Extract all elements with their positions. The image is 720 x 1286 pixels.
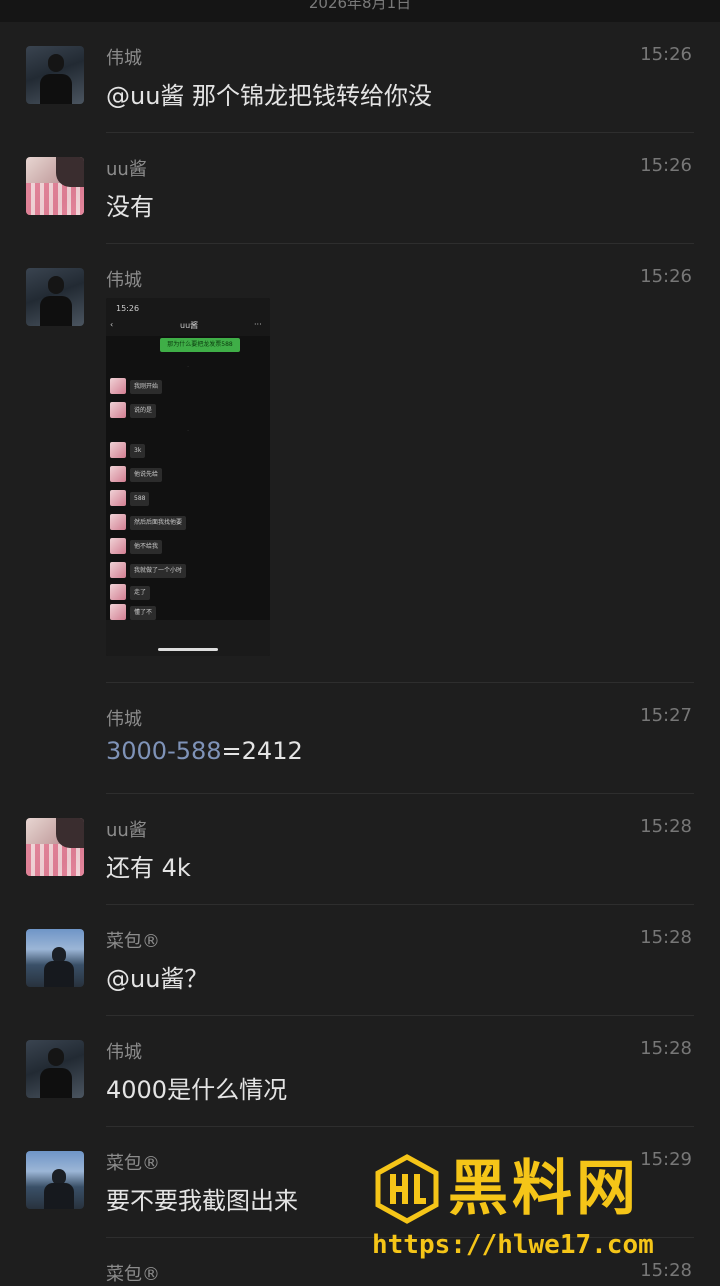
avatar[interactable]	[26, 46, 84, 104]
sender-name: 菜包®	[106, 1264, 160, 1285]
screenshot-image[interactable]: 15:26 ‹ uu酱 ··· 那为什么要把龙发票588 · 我刚开始 说的是 …	[106, 298, 270, 656]
screenshot-bubble: 他说先给	[130, 468, 163, 482]
screenshot-avatar	[110, 442, 126, 458]
message-text[interactable]: @uu酱？	[106, 959, 208, 994]
screenshot-bubble: 懂了不	[130, 606, 157, 620]
message-text-rest: =2412	[221, 737, 303, 765]
avatar[interactable]	[26, 157, 84, 215]
divider	[106, 132, 694, 133]
screenshot-avatar	[110, 562, 126, 578]
screenshot-bubble: 他不给我	[130, 540, 163, 554]
message-row[interactable]: 伟城 15:26 15:26 ‹ uu酱 ··· 那为什么要把龙发票588 · …	[0, 266, 720, 686]
screenshot-home-indicator	[158, 648, 218, 651]
message-time: 15:26	[640, 155, 692, 176]
divider	[106, 793, 694, 794]
screenshot-back-icon: ‹	[110, 320, 114, 329]
sender-name: uu酱	[106, 159, 147, 180]
watermark-url: https://hlwe17.com	[372, 1230, 654, 1260]
screenshot-bubble: 588	[130, 492, 150, 506]
watermark-title: 黑料网	[448, 1154, 640, 1224]
screenshot-timestamp: ·	[187, 428, 189, 434]
sender-name: 伟城	[106, 1042, 142, 1063]
divider	[106, 904, 694, 905]
sender-name: 伟城	[106, 270, 142, 291]
message-row[interactable]: 伟城 15:27 3000-588=2412	[0, 705, 720, 795]
sender-name: 菜包®	[106, 1153, 160, 1174]
message-text[interactable]: 4000是什么情况	[106, 1070, 287, 1105]
screenshot-avatar	[110, 584, 126, 600]
screenshot-avatar	[110, 604, 126, 620]
avatar[interactable]	[26, 1040, 84, 1098]
message-row[interactable]: uu酱 15:28 还有 4k	[0, 816, 720, 906]
screenshot-avatar	[110, 514, 126, 530]
watermark: 黑料网 https://hlwe17.com	[372, 1154, 702, 1264]
sender-name: 伟城	[106, 709, 142, 730]
message-time: 15:26	[640, 44, 692, 65]
screenshot-bubble: 走了	[130, 586, 151, 600]
screenshot-time: 15:26	[116, 304, 140, 313]
message-time: 15:27	[640, 705, 692, 726]
message-time: 15:28	[640, 927, 692, 948]
screenshot-bubble: 3k	[130, 444, 146, 458]
message-row[interactable]: uu酱 15:26 没有	[0, 155, 720, 245]
message-text[interactable]: 3000-588=2412	[106, 737, 303, 765]
screenshot-green-bubble: 那为什么要把龙发票588	[160, 338, 240, 352]
divider	[106, 1015, 694, 1016]
message-row[interactable]: 菜包® 15:28 @uu酱？	[0, 927, 720, 1017]
date-header: 2026年8月1日	[0, 0, 720, 22]
screenshot-avatar	[110, 490, 126, 506]
screenshot-bubble: 说的是	[130, 404, 157, 418]
divider	[106, 682, 694, 683]
message-row[interactable]: 伟城 15:28 4000是什么情况	[0, 1038, 720, 1128]
message-time: 15:28	[640, 1038, 692, 1059]
sender-name: uu酱	[106, 820, 147, 841]
screenshot-avatar	[110, 538, 126, 554]
avatar[interactable]	[26, 1151, 84, 1209]
message-text[interactable]: @uu酱 那个锦龙把钱转给你没	[106, 76, 432, 111]
screenshot-avatar	[110, 466, 126, 482]
message-row[interactable]: 伟城 15:26 @uu酱 那个锦龙把钱转给你没	[0, 44, 720, 134]
message-text[interactable]: 要不要我截图出来	[106, 1181, 298, 1216]
avatar[interactable]	[26, 929, 84, 987]
avatar[interactable]	[26, 818, 84, 876]
screenshot-title: uu酱	[180, 321, 199, 330]
message-time: 15:26	[640, 266, 692, 287]
divider	[106, 243, 694, 244]
message-text[interactable]: 没有	[106, 187, 154, 222]
screenshot-avatar	[110, 378, 126, 394]
phone-number-link[interactable]: 3000-588	[106, 737, 222, 765]
screenshot-bubble: 我刚开始	[130, 380, 163, 394]
sender-name: 伟城	[106, 48, 142, 69]
screenshot-bubble: 然后后面我找他要	[130, 516, 187, 530]
message-time: 15:28	[640, 816, 692, 837]
message-text[interactable]: 还有 4k	[106, 848, 191, 883]
divider	[106, 1126, 694, 1127]
sender-name: 菜包®	[106, 931, 160, 952]
avatar[interactable]	[26, 268, 84, 326]
screenshot-timestamp: ·	[187, 364, 189, 370]
watermark-logo-icon	[375, 1154, 439, 1224]
screenshot-bubble: 我就做了一个小时	[130, 564, 187, 578]
screenshot-avatar	[110, 402, 126, 418]
screenshot-more-icon: ···	[254, 320, 262, 329]
